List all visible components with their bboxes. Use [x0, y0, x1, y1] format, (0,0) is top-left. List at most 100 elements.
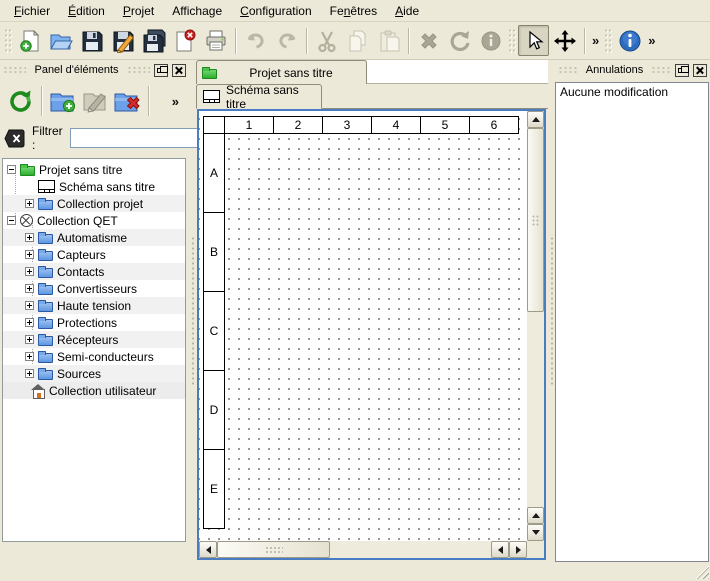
about-button[interactable] [614, 25, 645, 56]
horizontal-scrollbar[interactable] [199, 541, 527, 558]
save-button[interactable] [76, 25, 107, 56]
right-splitter[interactable] [548, 60, 555, 562]
diagram-canvas[interactable]: 123456 ABCDE [199, 111, 527, 541]
tree-item-projet-sans-titre[interactable]: Projet sans titre [3, 161, 185, 178]
menu-item-fichier[interactable]: Fichier [5, 1, 59, 21]
tree-item-recepteurs[interactable]: Récepteurs [3, 331, 185, 348]
expander-icon[interactable] [7, 165, 16, 174]
tree-item-convertisseurs[interactable]: Convertisseurs [3, 280, 185, 297]
pointer-tool-button[interactable] [518, 25, 549, 56]
move-tool-button[interactable] [549, 25, 580, 56]
new-category-button[interactable] [47, 85, 79, 117]
tree-item-collection-qet[interactable]: Collection QET [3, 212, 185, 229]
info-button[interactable] [475, 25, 506, 56]
scroll-up-button[interactable] [527, 111, 544, 128]
menu-item-configuration[interactable]: Configuration [231, 1, 321, 21]
diagram-column-label: 1 [224, 116, 274, 134]
horizontal-scroll-thumb[interactable] [217, 541, 330, 558]
rotate-button[interactable] [444, 25, 475, 56]
toolbar-overflow-button[interactable]: » [589, 33, 602, 48]
menu-bar: FichierÉditionProjetAffichageConfigurati… [0, 0, 710, 22]
scroll-left-button[interactable] [199, 541, 217, 558]
toolbar-handle[interactable] [508, 28, 516, 54]
undo-panel-titlebar[interactable]: Annulations [555, 60, 710, 80]
close-file-button[interactable] [169, 25, 200, 56]
menu-item-affichage[interactable]: Affichage [163, 1, 231, 21]
tree-item-schema-sans-titre[interactable]: Schéma sans titre [3, 178, 185, 195]
menu-item-edition[interactable]: Édition [59, 1, 114, 21]
undo-list[interactable]: Aucune modification [555, 82, 709, 562]
menu-item-aide[interactable]: Aide [386, 1, 428, 21]
paste-button[interactable] [373, 25, 404, 56]
elements-tree[interactable]: Projet sans titre Schéma sans titre Coll… [2, 158, 186, 542]
resize-grip[interactable] [695, 565, 709, 579]
tab-project[interactable]: Projet sans titre [196, 60, 367, 84]
open-button[interactable] [45, 25, 76, 56]
panel-toolbar-overflow-button[interactable]: » [169, 94, 187, 109]
expander-icon[interactable] [25, 335, 34, 344]
undo-list-item[interactable]: Aucune modification [556, 83, 708, 101]
vertical-scrollbar[interactable] [527, 111, 544, 541]
toolbar-separator [148, 86, 149, 116]
diagram-corner-cell [203, 116, 225, 134]
tree-item-collection-utilisateur[interactable]: Collection utilisateur [3, 382, 185, 399]
scroll-right-button[interactable] [509, 541, 527, 558]
expander-icon[interactable] [25, 301, 34, 310]
close-panel-button[interactable] [172, 64, 186, 77]
save-as-button[interactable] [107, 25, 138, 56]
vertical-scroll-track[interactable] [527, 312, 544, 507]
tree-item-label: Collection QET [37, 214, 118, 228]
clear-filter-button[interactable] [4, 129, 25, 148]
vertical-scroll-thumb[interactable] [527, 128, 544, 312]
tree-item-collection-projet[interactable]: Collection projet [3, 195, 185, 212]
expander-icon[interactable] [25, 233, 34, 242]
print-button[interactable] [200, 25, 231, 56]
save-all-button[interactable] [138, 25, 169, 56]
tree-item-sources[interactable]: Sources [3, 365, 185, 382]
delete-button[interactable] [413, 25, 444, 56]
expander-icon[interactable] [25, 267, 34, 276]
tree-item-label: Collection utilisateur [49, 384, 156, 398]
menu-item-projet[interactable]: Projet [114, 1, 163, 21]
expander-icon[interactable] [25, 284, 34, 293]
expander-icon[interactable] [7, 216, 16, 225]
expander-icon[interactable] [25, 250, 34, 259]
undo-button[interactable] [240, 25, 271, 56]
expander-icon[interactable] [25, 352, 34, 361]
expander-icon[interactable] [25, 199, 34, 208]
dock-grip [127, 66, 150, 74]
menu-item-fenetres[interactable]: Fenêtres [321, 1, 386, 21]
tree-item-label: Récepteurs [57, 333, 118, 347]
tree-item-semi-conducteurs[interactable]: Semi-conducteurs [3, 348, 185, 365]
reload-collections-button[interactable] [4, 85, 36, 117]
expander-icon[interactable] [25, 369, 34, 378]
toolbar-handle[interactable] [4, 28, 12, 54]
elements-panel-titlebar[interactable]: Panel d'éléments [0, 60, 189, 80]
expander-icon[interactable] [25, 318, 34, 327]
tab-schema[interactable]: Schéma sans titre [196, 84, 322, 109]
diagram-view[interactable]: 123456 ABCDE [197, 109, 546, 560]
tree-item-contacts[interactable]: Contacts [3, 263, 185, 280]
horizontal-scroll-track[interactable] [330, 541, 491, 558]
delete-category-button[interactable] [111, 85, 143, 117]
cut-button[interactable] [311, 25, 342, 56]
scroll-left-button[interactable] [491, 541, 509, 558]
scroll-down-button[interactable] [527, 524, 544, 541]
tree-item-automatisme[interactable]: Automatisme [3, 229, 185, 246]
edit-category-button[interactable] [79, 85, 111, 117]
toolbar-handle[interactable] [604, 28, 612, 54]
left-splitter[interactable] [189, 60, 196, 562]
new-file-button[interactable] [14, 25, 45, 56]
copy-button[interactable] [342, 25, 373, 56]
close-panel-button[interactable] [693, 64, 707, 77]
float-panel-button[interactable] [675, 64, 689, 77]
tree-item-capteurs[interactable]: Capteurs [3, 246, 185, 263]
tree-item-haute-tension[interactable]: Haute tension [3, 297, 185, 314]
redo-button[interactable] [271, 25, 302, 56]
main-area: Panel d'éléments [0, 60, 710, 562]
float-panel-button[interactable] [154, 64, 168, 77]
tree-item-protections[interactable]: Protections [3, 314, 185, 331]
toolbar-overflow-button[interactable]: » [645, 33, 658, 48]
scroll-up-button[interactable] [527, 507, 544, 524]
about-icon [618, 29, 642, 53]
